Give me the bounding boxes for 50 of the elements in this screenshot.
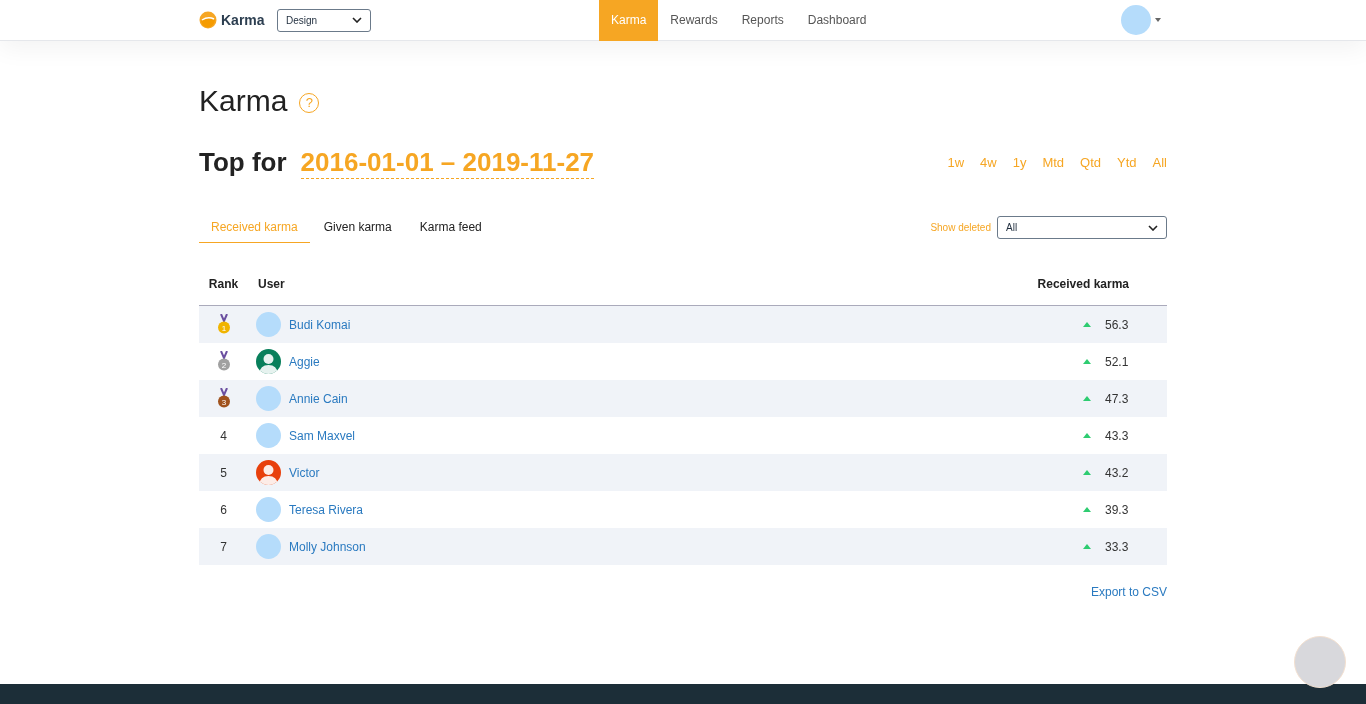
karma-value: 56.3 <box>1105 316 1130 334</box>
caret-icon[interactable] <box>1155 18 1161 22</box>
top-for-label: Top for <box>199 146 287 179</box>
karma-value: 47.3 <box>1105 390 1130 408</box>
avatar <box>256 386 281 411</box>
tab[interactable]: Karma feed <box>405 212 496 243</box>
karma-value: 43.3 <box>1105 427 1130 445</box>
nav-link[interactable]: Reports <box>729 0 796 41</box>
page-title: Karma <box>199 83 288 119</box>
user-link[interactable]: Molly Johnson <box>289 537 366 556</box>
avatar <box>256 423 281 448</box>
up-triangle-icon <box>1083 359 1091 364</box>
nav-link[interactable]: Rewards <box>658 0 730 41</box>
logo-icon <box>199 11 217 29</box>
column-header: User <box>258 275 285 293</box>
up-triangle-icon <box>1083 396 1091 401</box>
brand-name[interactable]: Karma <box>221 9 265 31</box>
nav-link[interactable]: Dashboard <box>795 0 879 41</box>
chevron-down-icon <box>1148 224 1158 231</box>
rank-number: 6 <box>219 501 228 519</box>
column-header: Received karma <box>1037 275 1129 293</box>
chevron-down-icon <box>352 17 362 23</box>
up-triangle-icon <box>1083 322 1091 327</box>
karma-value: 39.3 <box>1105 501 1130 519</box>
rank-number: 5 <box>219 464 228 482</box>
karma-value: 33.3 <box>1105 538 1130 556</box>
up-triangle-icon <box>1083 507 1091 512</box>
show-deleted-label: Show deleted <box>930 221 991 235</box>
up-triangle-icon <box>1083 470 1091 475</box>
show-deleted-select[interactable]: All <box>997 216 1167 239</box>
column-header: Rank <box>207 275 240 293</box>
chat-avatar[interactable] <box>1294 636 1346 688</box>
user-link[interactable]: Teresa Rivera <box>289 500 364 519</box>
team-select[interactable]: Design <box>277 8 371 32</box>
user-link[interactable]: Aggie <box>289 352 320 371</box>
avatar <box>256 534 281 559</box>
avatar <box>256 312 281 337</box>
user-link[interactable]: Budi Komai <box>289 315 351 334</box>
user-link[interactable]: Annie Cain <box>289 389 348 408</box>
rank-number: 7 <box>219 538 228 556</box>
karma-value: 52.1 <box>1105 353 1130 371</box>
export-link[interactable]: Export to CSV <box>1090 583 1167 601</box>
up-triangle-icon <box>1083 433 1091 438</box>
tab[interactable]: Given karma <box>309 212 406 243</box>
karma-value: 43.2 <box>1105 464 1130 482</box>
user-link[interactable]: Victor <box>289 463 320 482</box>
avatar <box>256 497 281 522</box>
rank-number: 4 <box>219 427 228 445</box>
user-link[interactable]: Sam Maxvel <box>289 426 356 445</box>
up-triangle-icon <box>1083 544 1091 549</box>
